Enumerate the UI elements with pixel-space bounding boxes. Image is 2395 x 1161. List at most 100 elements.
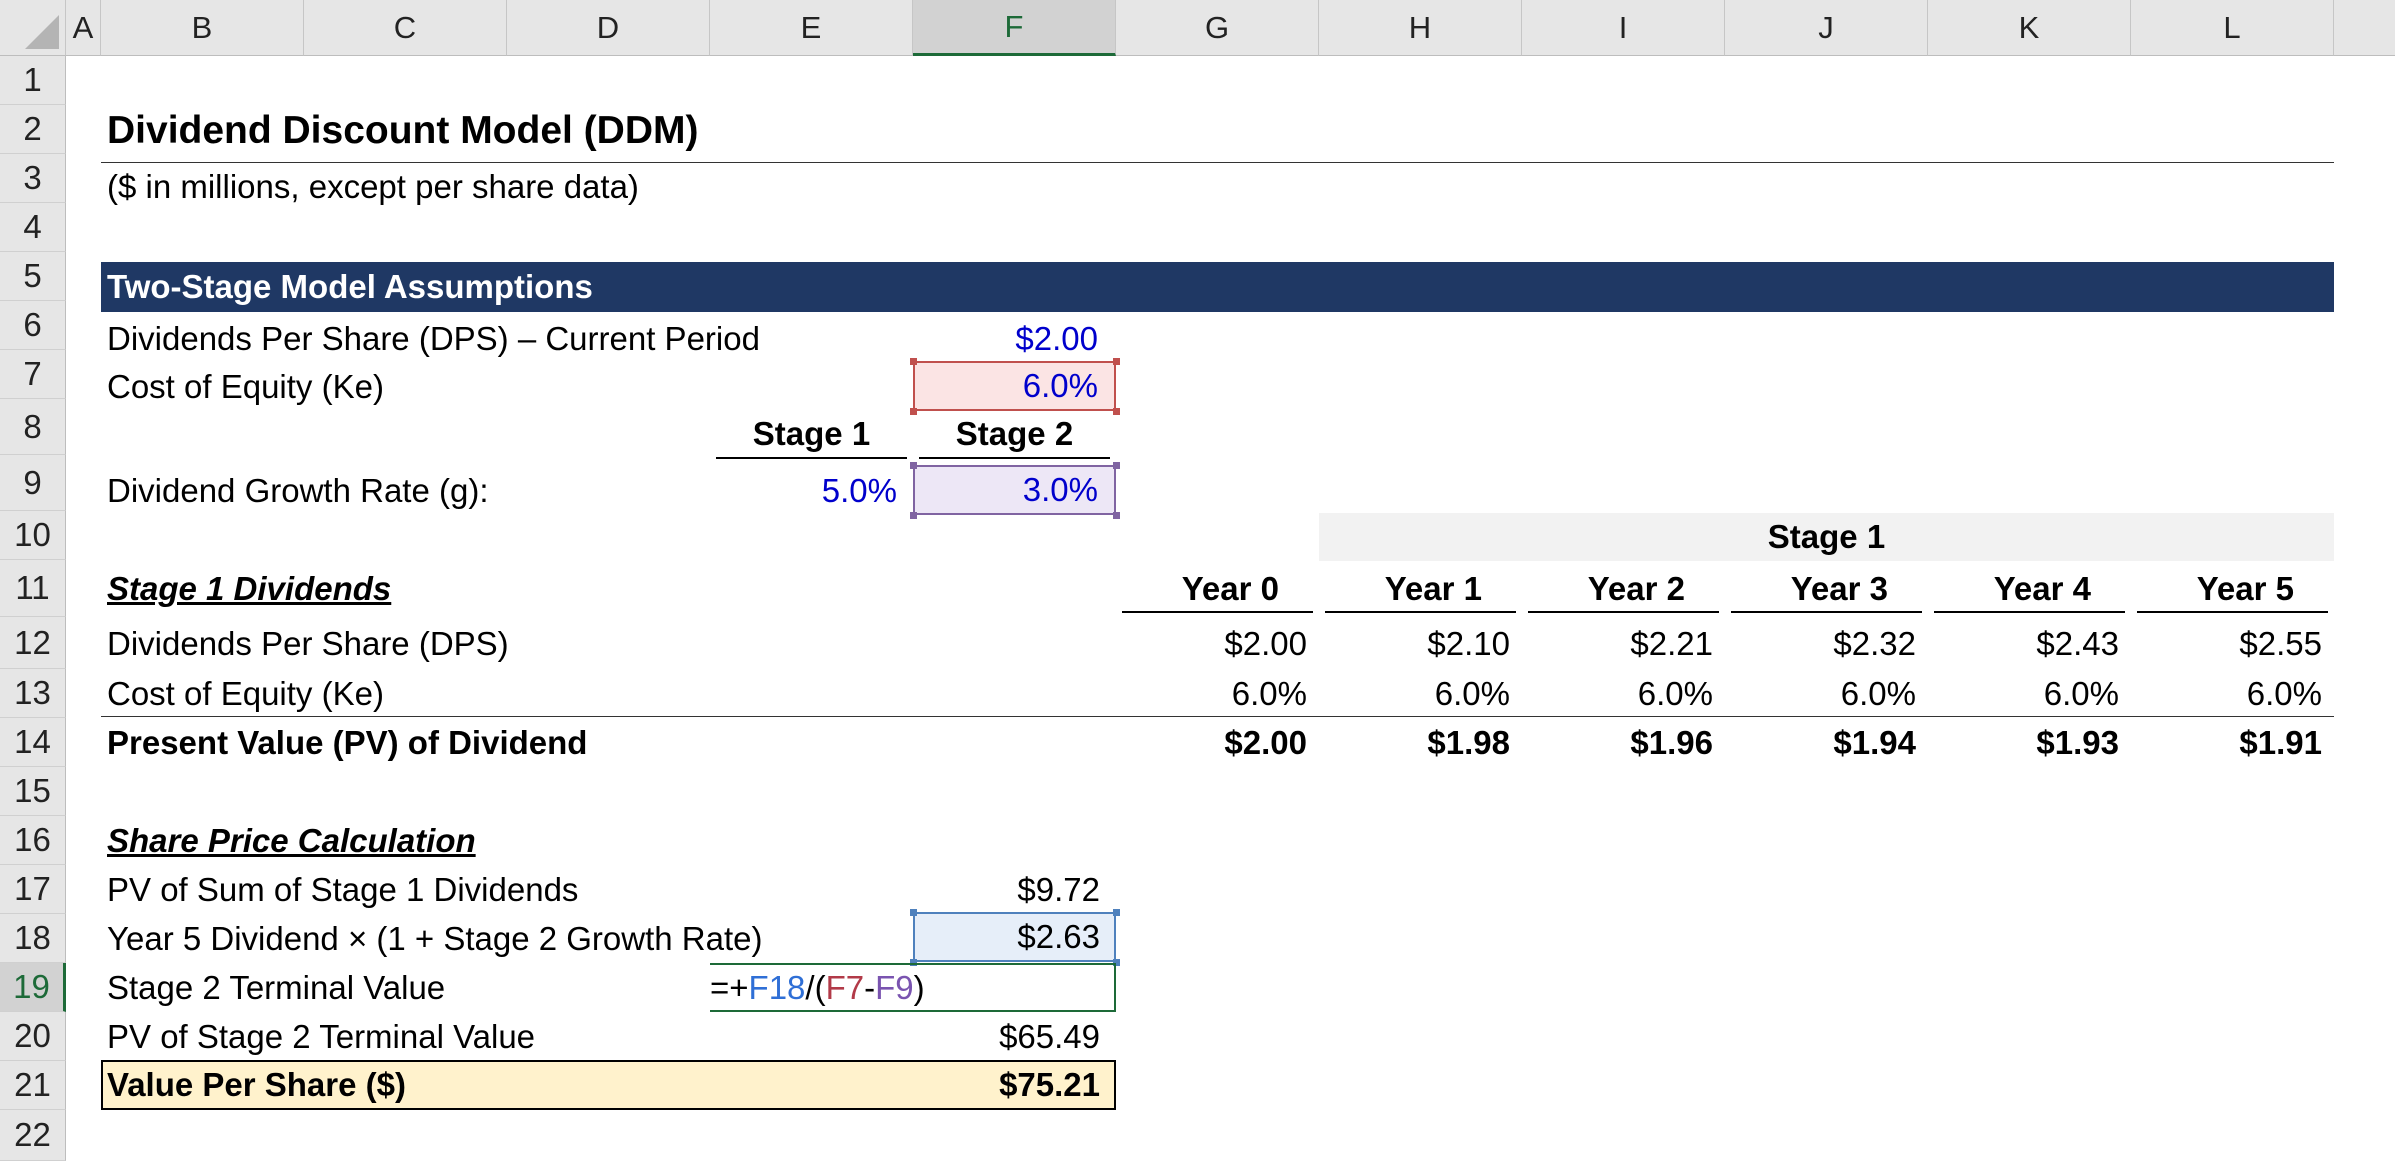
ref-handle-tr — [1113, 358, 1120, 365]
assumptions-header: Two-Stage Model Assumptions — [107, 268, 593, 305]
row-header-10[interactable]: 10 — [0, 511, 66, 560]
year-underline — [2137, 611, 2328, 613]
formula-ref-f7[interactable]: F7 — [826, 969, 865, 1007]
formula-operator: /( — [805, 968, 826, 1006]
year-underline — [1325, 611, 1516, 613]
row-header-15[interactable]: 15 — [0, 767, 66, 816]
row-header-17[interactable]: 17 — [0, 865, 66, 914]
stage1-dps-cell[interactable]: $2.55 — [2131, 619, 2334, 668]
page-title: Dividend Discount Model (DDM) — [107, 109, 699, 152]
growth-rate-label: Dividend Growth Rate (g): — [107, 471, 489, 509]
formula-ref-f18[interactable]: F18 — [749, 969, 806, 1007]
ref-handle-tl — [910, 358, 917, 365]
row-header-2[interactable]: 2 — [0, 105, 66, 154]
ref-handle-bl — [910, 512, 917, 519]
column-header-l[interactable]: L — [2131, 0, 2334, 56]
column-header-h[interactable]: H — [1319, 0, 1522, 56]
select-all-triangle-icon — [25, 15, 59, 49]
cost-of-equity-cell[interactable]: 6.0% — [913, 361, 1116, 411]
pv-dividend-cell[interactable]: $1.91 — [2131, 718, 2334, 767]
column-header-a[interactable]: A — [66, 0, 101, 56]
row-header-12[interactable]: 12 — [0, 617, 66, 669]
stage2-header-underline — [919, 457, 1110, 459]
row-header-6[interactable]: 6 — [0, 301, 66, 350]
formula-prefix: =+ — [710, 968, 749, 1006]
spreadsheet: A B C D E F G H I J K L 1 2 3 4 5 6 7 8 … — [0, 0, 2395, 1161]
stage1-dps-cell[interactable]: $2.32 — [1725, 619, 1928, 668]
column-header-d[interactable]: D — [507, 0, 710, 56]
pv-terminal-value-cell[interactable]: $65.49 — [913, 1012, 1116, 1061]
row-header-19[interactable]: 19 — [0, 963, 66, 1012]
column-header-filler — [2334, 0, 2395, 56]
year-header-2: Year 2 — [1587, 569, 1685, 607]
ref-handle-tr — [1113, 462, 1120, 469]
column-header-c[interactable]: C — [304, 0, 507, 56]
formula-ref-f9[interactable]: F9 — [875, 969, 914, 1007]
pv-dividend-cell[interactable]: $1.96 — [1522, 718, 1725, 767]
stage1-ke-cell[interactable]: 6.0% — [1116, 669, 1319, 718]
row-header-3[interactable]: 3 — [0, 154, 66, 203]
column-header-b[interactable]: B — [101, 0, 304, 56]
row-header-14[interactable]: 14 — [0, 718, 66, 767]
stage1-ke-cell[interactable]: 6.0% — [1725, 669, 1928, 718]
value-per-share-cell[interactable]: $75.21 — [913, 1060, 1116, 1110]
value-per-share-label: Value Per Share ($) — [107, 1066, 406, 1103]
stage1-dps-label: Dividends Per Share (DPS) — [107, 624, 509, 662]
column-header-k[interactable]: K — [1928, 0, 2131, 56]
row-header-18[interactable]: 18 — [0, 914, 66, 963]
year-header-1: Year 1 — [1384, 569, 1482, 607]
pv-dividend-cell[interactable]: $1.93 — [1928, 718, 2131, 767]
column-header-g[interactable]: G — [1116, 0, 1319, 56]
year-header-4: Year 4 — [1993, 569, 2091, 607]
year5-dividend-label: Year 5 Dividend × (1 + Stage 2 Growth Ra… — [107, 919, 763, 957]
stage1-ke-cell[interactable]: 6.0% — [2131, 669, 2334, 718]
row-header-13[interactable]: 13 — [0, 669, 66, 718]
stage1-dps-cell[interactable]: $2.21 — [1522, 619, 1725, 668]
column-header-e[interactable]: E — [710, 0, 913, 56]
title-underline — [101, 162, 2334, 163]
share-price-section-label: Share Price Calculation — [107, 821, 476, 859]
row-header-1[interactable]: 1 — [0, 56, 66, 105]
active-cell-formula-editor[interactable]: =+ F18/(F7- F9) — [710, 963, 1116, 1012]
stage1-dps-cell[interactable]: $2.10 — [1319, 619, 1522, 668]
year5-dividend-cell[interactable]: $2.63 — [913, 912, 1116, 962]
row-header-22[interactable]: 22 — [0, 1110, 66, 1161]
row-header-21[interactable]: 21 — [0, 1061, 66, 1110]
pv-dividend-cell[interactable]: $1.94 — [1725, 718, 1928, 767]
stage1-header-underline — [716, 457, 907, 459]
stage1-ke-cell[interactable]: 6.0% — [1522, 669, 1725, 718]
stage1-ke-cell[interactable]: 6.0% — [1319, 669, 1522, 718]
column-header-j[interactable]: J — [1725, 0, 1928, 56]
column-header-i[interactable]: I — [1522, 0, 1725, 56]
ref-handle-br — [1113, 512, 1120, 519]
cost-of-equity-label: Cost of Equity (Ke) — [107, 367, 384, 405]
stage1-group-header: Stage 1 — [1767, 518, 1886, 555]
stage1-ke-cell[interactable]: 6.0% — [1928, 669, 2131, 718]
row-header-9[interactable]: 9 — [0, 455, 66, 511]
row-header-4[interactable]: 4 — [0, 203, 66, 252]
stage1-header: Stage 1 — [752, 415, 871, 452]
row-header-20[interactable]: 20 — [0, 1012, 66, 1061]
row-header-5[interactable]: 5 — [0, 252, 66, 301]
year-underline — [1934, 611, 2125, 613]
row-header-11[interactable]: 11 — [0, 560, 66, 617]
pv-terminal-value-label: PV of Stage 2 Terminal Value — [107, 1017, 536, 1055]
dps-current-cell[interactable]: $2.00 — [913, 314, 1116, 363]
growth-stage1-cell[interactable]: 5.0% — [710, 466, 913, 515]
pv-sum-cell[interactable]: $9.72 — [913, 865, 1116, 914]
select-all-corner[interactable] — [0, 0, 66, 56]
stage1-dps-cell[interactable]: $2.43 — [1928, 619, 2131, 668]
stage1-dps-cell[interactable]: $2.00 — [1116, 619, 1319, 668]
column-header-f[interactable]: F — [913, 0, 1116, 56]
ref-handle-tl — [910, 462, 917, 469]
row-header-7[interactable]: 7 — [0, 350, 66, 399]
row-header-16[interactable]: 16 — [0, 816, 66, 865]
pv-dividend-cell[interactable]: $1.98 — [1319, 718, 1522, 767]
stage2-header: Stage 2 — [955, 415, 1074, 452]
pv-dividend-label: Present Value (PV) of Dividend — [107, 723, 588, 761]
year-underline — [1528, 611, 1719, 613]
row-header-8[interactable]: 8 — [0, 399, 66, 455]
growth-stage2-cell[interactable]: 3.0% — [913, 465, 1116, 515]
pv-dividend-cell[interactable]: $2.00 — [1116, 718, 1319, 767]
ref-handle-tr — [1113, 909, 1120, 916]
